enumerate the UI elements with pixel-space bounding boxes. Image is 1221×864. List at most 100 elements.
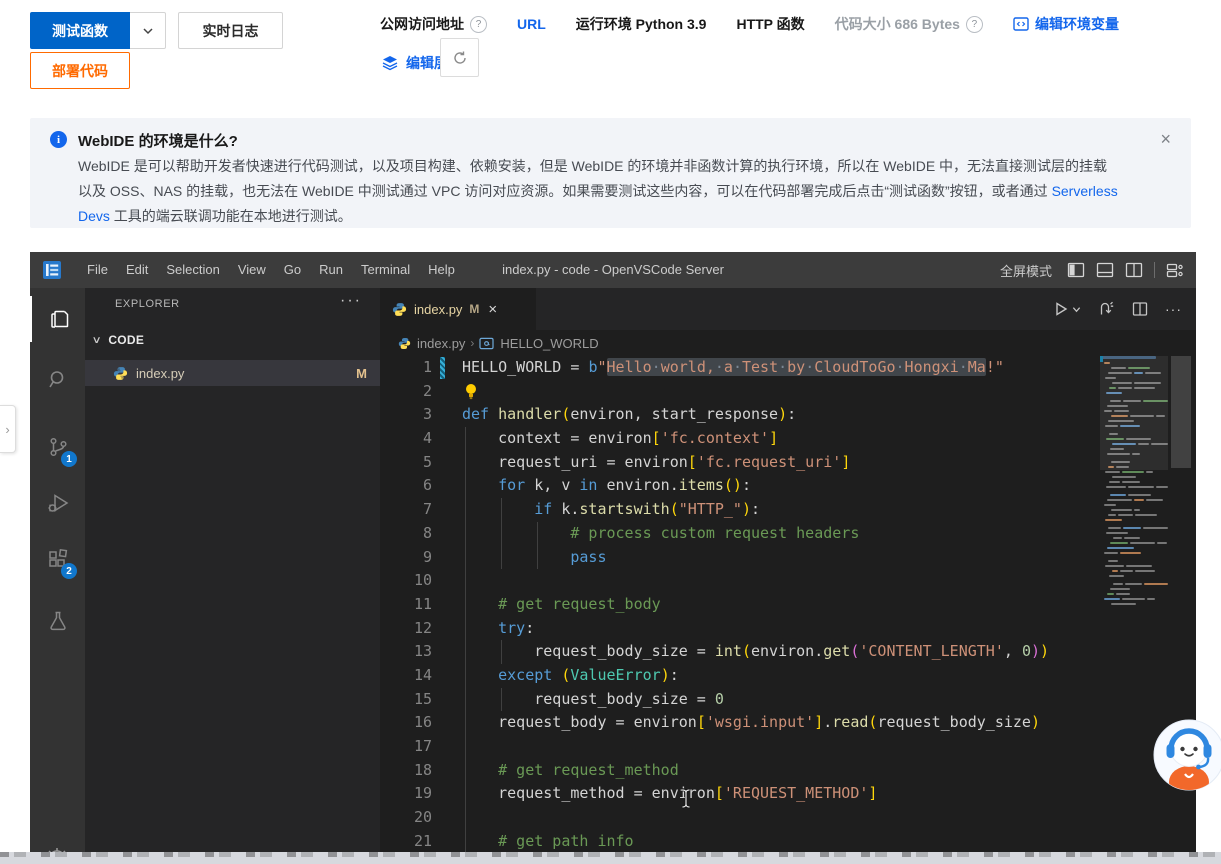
- run-python-file-button[interactable]: [1053, 301, 1081, 317]
- toggle-panel-icon[interactable]: [1096, 261, 1114, 279]
- split-editor-icon[interactable]: [1132, 301, 1148, 317]
- code-line[interactable]: 16 request_body = environ['wsgi.input'].…: [380, 711, 1196, 735]
- support-mascot-button[interactable]: [1150, 716, 1221, 794]
- explorer-icon[interactable]: [30, 296, 85, 342]
- more-actions-icon[interactable]: ···: [1165, 301, 1182, 317]
- code-line[interactable]: 10: [380, 569, 1196, 593]
- expand-panel-button[interactable]: ›: [0, 405, 16, 453]
- tree-section-code[interactable]: ∨ CODE: [85, 328, 380, 352]
- split-editor-icon[interactable]: [1125, 261, 1143, 279]
- testing-beaker-icon[interactable]: [30, 598, 85, 644]
- ide-menubar: FileEditSelectionViewGoRunTerminalHelp: [78, 252, 464, 288]
- tab-index-py[interactable]: index.py M ×: [380, 288, 536, 330]
- tab-bar: index.py M × ···: [380, 288, 1196, 330]
- code-line[interactable]: 11 # get request_body: [380, 593, 1196, 617]
- toggle-sidebar-icon[interactable]: [1067, 261, 1085, 279]
- code-token: except: [498, 666, 552, 684]
- code-token: environ.: [751, 642, 823, 660]
- fullscreen-label[interactable]: 全屏模式: [1000, 261, 1052, 280]
- deploy-code-button[interactable]: 部署代码: [30, 52, 130, 89]
- code-line[interactable]: 14 except (ValueError):: [380, 664, 1196, 688]
- code-line[interactable]: 4 context = environ['fc.context']: [380, 427, 1196, 451]
- close-icon[interactable]: ×: [1160, 130, 1171, 148]
- menu-edit[interactable]: Edit: [117, 252, 157, 288]
- breadcrumb-file[interactable]: index.py: [417, 336, 465, 351]
- code-line[interactable]: 20: [380, 806, 1196, 830]
- editor-scrollbar[interactable]: [1171, 356, 1191, 468]
- tree-item-label: index.py: [136, 366, 184, 381]
- source-control-icon[interactable]: 1: [30, 424, 85, 470]
- code-token: ): [661, 666, 670, 684]
- run-debug-icon[interactable]: [30, 480, 85, 526]
- code-line[interactable]: 19 request_method = environ['REQUEST_MET…: [380, 782, 1196, 806]
- lightbulb-icon[interactable]: [464, 383, 478, 400]
- line-content: # process custom request headers: [462, 522, 1196, 546]
- code-token: request_body_size: [877, 713, 1031, 731]
- code-token: ): [778, 405, 787, 423]
- code-line[interactable]: 13 request_body_size = int(environ.get('…: [380, 640, 1196, 664]
- menu-selection[interactable]: Selection: [157, 252, 228, 288]
- code-line[interactable]: 17: [380, 735, 1196, 759]
- customize-layout-icon[interactable]: [1166, 261, 1184, 279]
- help-icon[interactable]: ?: [470, 16, 487, 33]
- code-token: [: [715, 784, 724, 802]
- line-content: [462, 735, 1196, 759]
- menu-view[interactable]: View: [229, 252, 275, 288]
- edit-env-vars-link[interactable]: 编辑环境变量: [1013, 14, 1119, 34]
- ide-titlebar: FileEditSelectionViewGoRunTerminalHelp i…: [30, 252, 1196, 288]
- whitespace-dot: ·: [652, 358, 661, 376]
- edit-layer-link[interactable]: 编辑层: [382, 53, 448, 73]
- search-icon[interactable]: [30, 356, 85, 402]
- menu-help[interactable]: Help: [419, 252, 464, 288]
- minimap-line: [1100, 471, 1168, 473]
- line-number: 19: [380, 782, 432, 806]
- code-line[interactable]: 8 # process custom request headers: [380, 522, 1196, 546]
- menu-file[interactable]: File: [78, 252, 117, 288]
- code-line[interactable]: 1HELLO_WORLD = b"Hello·world,·a·Test·by·…: [380, 356, 1196, 380]
- menu-go[interactable]: Go: [275, 252, 310, 288]
- close-icon[interactable]: ×: [488, 301, 497, 318]
- code-line[interactable]: 18 # get request_method: [380, 759, 1196, 783]
- help-icon[interactable]: ?: [966, 16, 983, 33]
- whitespace-dot: ·: [715, 358, 724, 376]
- explorer-more-actions-icon[interactable]: ···: [340, 292, 362, 310]
- menu-terminal[interactable]: Terminal: [352, 252, 419, 288]
- menu-run[interactable]: Run: [310, 252, 352, 288]
- code-editor[interactable]: 1HELLO_WORLD = b"Hello·world,·a·Test·by·…: [380, 356, 1196, 864]
- code-token: .: [823, 713, 832, 731]
- code-line[interactable]: 9 pass: [380, 546, 1196, 570]
- indent-guide: [465, 427, 466, 451]
- extensions-icon[interactable]: 2: [30, 536, 85, 582]
- code-token: request_body_size =: [462, 642, 715, 660]
- tree-item-index-py[interactable]: index.py M: [85, 360, 380, 386]
- realtime-logs-button[interactable]: 实时日志: [178, 12, 283, 49]
- line-content: [462, 569, 1196, 593]
- refresh-button[interactable]: [440, 38, 479, 77]
- code-line[interactable]: 2: [380, 380, 1196, 404]
- minimap-slider[interactable]: [1100, 356, 1168, 470]
- code-line[interactable]: 21 # get path info: [380, 830, 1196, 854]
- test-function-button[interactable]: 测试函数: [30, 12, 130, 49]
- test-function-dropdown-button[interactable]: [130, 12, 166, 49]
- code-token: if: [534, 500, 552, 518]
- line-content: def handler(environ, start_response):: [462, 403, 1196, 427]
- serverless-devs-link[interactable]: Serverless: [1052, 183, 1118, 199]
- breadcrumb-symbol[interactable]: HELLO_WORLD: [500, 336, 598, 351]
- line-number: 13: [380, 640, 432, 664]
- run-or-debug-icon[interactable]: [1098, 301, 1115, 318]
- serverless-devs-link[interactable]: Devs: [78, 208, 110, 224]
- code-line[interactable]: 5 request_uri = environ['fc.request_uri'…: [380, 451, 1196, 475]
- line-number: 12: [380, 617, 432, 641]
- code-line[interactable]: 7 if k.startswith("HTTP_"):: [380, 498, 1196, 522]
- code-line[interactable]: 3def handler(environ, start_response):: [380, 403, 1196, 427]
- minimap-line: [1100, 565, 1168, 567]
- indent-guide: [465, 806, 466, 830]
- code-line[interactable]: 6 for k, v in environ.items():: [380, 474, 1196, 498]
- code-line[interactable]: 12 try:: [380, 617, 1196, 641]
- url-link[interactable]: URL: [517, 16, 546, 32]
- line-number: 16: [380, 711, 432, 735]
- code-token: in: [579, 476, 597, 494]
- code-line[interactable]: 15 request_body_size = 0: [380, 688, 1196, 712]
- indent-guide: [465, 711, 466, 735]
- code-token: # get path info: [498, 832, 633, 850]
